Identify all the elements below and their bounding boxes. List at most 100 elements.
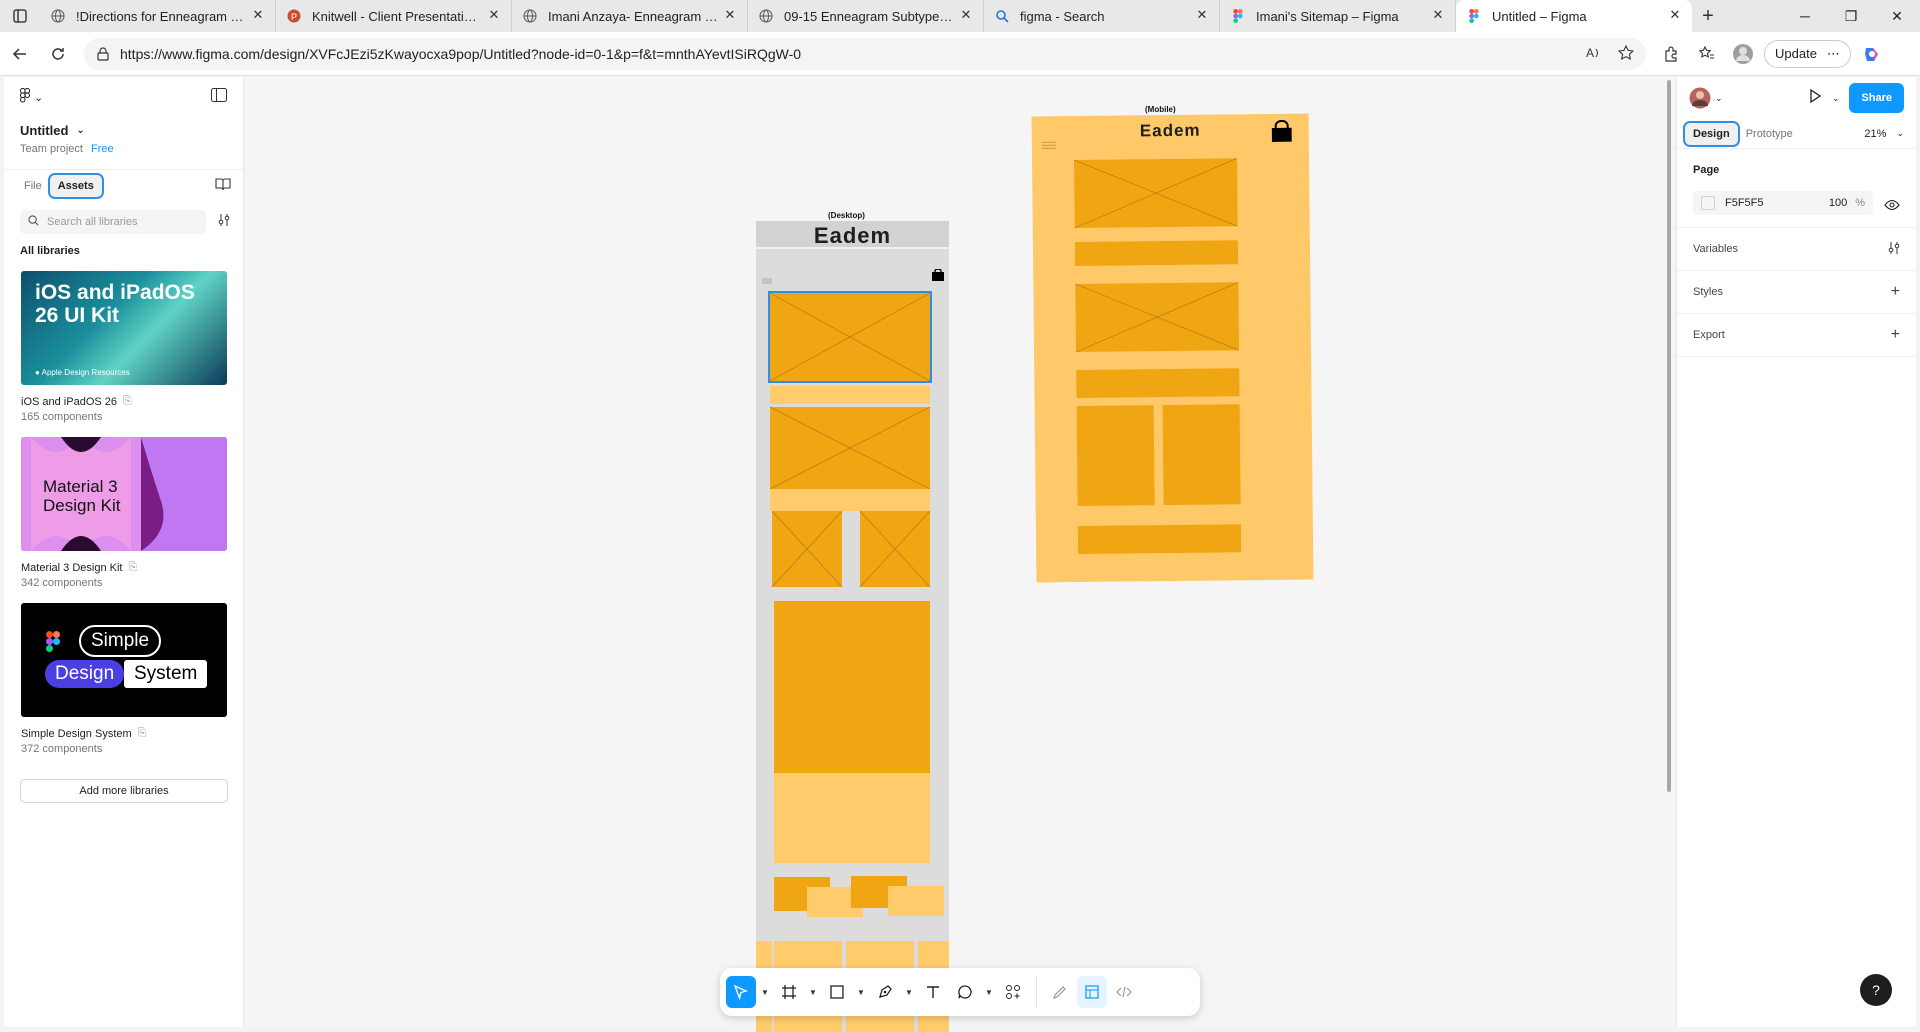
library-card[interactable]: iOS and iPadOS 26 UI Kit ● Apple Design …	[21, 271, 227, 423]
file-name-menu[interactable]: Untitled ⌄	[20, 123, 227, 138]
tab-assets[interactable]: Assets	[47, 172, 104, 199]
page-color-value[interactable]: F5F5F5	[1725, 197, 1764, 209]
actions-tool-icon[interactable]	[998, 976, 1028, 1008]
close-window-icon[interactable]: ✕	[1874, 0, 1920, 32]
add-more-libraries-button[interactable]: Add more libraries	[20, 779, 228, 803]
frame-tool-icon[interactable]	[774, 976, 804, 1008]
profile-avatar[interactable]	[1728, 39, 1758, 69]
browser-tab[interactable]: 09-15 Enneagram Subtypes.docx ✕	[748, 0, 984, 32]
image-placeholder[interactable]	[1075, 282, 1240, 353]
content-placeholder[interactable]	[774, 773, 930, 863]
desktop-title[interactable]: Eadem	[756, 221, 949, 249]
browser-tab[interactable]: Imani Anzaya- Enneagram Typing ✕	[512, 0, 748, 32]
filter-icon[interactable]	[218, 213, 230, 231]
design-canvas[interactable]	[245, 77, 1675, 1027]
design-mode-icon[interactable]	[1077, 976, 1107, 1008]
add-style-icon[interactable]: +	[1891, 283, 1900, 301]
close-icon[interactable]: ✕	[251, 8, 265, 22]
browser-tab[interactable]: !Directions for Enneagram Typing ✕	[40, 0, 276, 32]
library-thumbnail[interactable]: Material 3 Design Kit	[21, 437, 227, 551]
search-input[interactable]: Search all libraries	[20, 210, 206, 234]
refresh-icon[interactable]	[40, 36, 76, 72]
image-placeholder[interactable]	[772, 511, 842, 587]
opacity-value[interactable]: 100	[1829, 197, 1847, 209]
tab-design[interactable]: Design	[1683, 120, 1740, 147]
dev-mode-icon[interactable]	[1109, 976, 1139, 1008]
shopping-bag-icon[interactable]	[932, 268, 944, 286]
mobile-frame[interactable]: Eadem	[1031, 113, 1314, 583]
tab-actions-icon[interactable]	[0, 0, 40, 32]
hamburger-icon[interactable]	[762, 271, 772, 289]
draw-mode-icon[interactable]	[1045, 976, 1075, 1008]
chevron-down-icon[interactable]: ▼	[806, 976, 820, 1008]
site-info-icon[interactable]	[96, 46, 110, 61]
browser-tab-active[interactable]: Untitled – Figma ✕	[1456, 0, 1692, 32]
pen-tool-icon[interactable]	[870, 976, 900, 1008]
desktop-frame[interactable]: Eadem	[756, 221, 949, 1032]
banner-placeholder[interactable]	[1076, 368, 1240, 399]
footer-placeholder[interactable]	[1077, 524, 1242, 554]
close-icon[interactable]: ✕	[1431, 8, 1445, 22]
tab-prototype[interactable]: Prototype	[1738, 123, 1801, 145]
comment-tool-icon[interactable]	[950, 976, 980, 1008]
tab-file[interactable]: File	[16, 175, 50, 197]
favorites-icon[interactable]	[1692, 39, 1722, 69]
color-swatch[interactable]	[1701, 196, 1715, 210]
chevron-down-icon[interactable]: ▼	[854, 976, 868, 1008]
card-placeholder[interactable]	[888, 886, 944, 916]
close-icon[interactable]: ✕	[959, 8, 973, 22]
back-icon[interactable]	[2, 36, 38, 72]
banner-placeholder[interactable]	[1074, 240, 1239, 267]
banner-placeholder[interactable]	[770, 489, 930, 511]
copilot-icon[interactable]	[1857, 39, 1887, 69]
add-export-icon[interactable]: +	[1891, 326, 1900, 344]
eye-icon[interactable]	[1884, 199, 1900, 214]
present-play-icon[interactable]	[1808, 88, 1822, 108]
page-fill-field[interactable]: F5F5F5 100%	[1693, 191, 1873, 215]
sidebar-toggle-icon[interactable]	[211, 87, 227, 107]
move-tool-icon[interactable]	[726, 976, 756, 1008]
chevron-down-icon[interactable]: ▼	[902, 976, 916, 1008]
shopping-bag-icon[interactable]	[1271, 119, 1292, 147]
image-placeholder[interactable]	[860, 511, 930, 587]
read-aloud-icon[interactable]: A	[1586, 45, 1602, 64]
image-placeholder[interactable]	[768, 291, 932, 383]
plan-badge[interactable]: Free	[91, 143, 114, 155]
new-tab-button[interactable]: +	[1692, 0, 1724, 32]
restore-icon[interactable]: ❐	[1828, 0, 1874, 32]
text-tool-icon[interactable]	[918, 976, 948, 1008]
library-book-icon[interactable]	[215, 178, 231, 194]
library-thumbnail[interactable]: iOS and iPadOS 26 UI Kit ● Apple Design …	[21, 271, 227, 385]
url-field[interactable]: https://www.figma.com/design/XVFcJEzi5zK…	[84, 37, 1646, 70]
minimize-icon[interactable]: ─	[1782, 0, 1828, 32]
close-icon[interactable]: ✕	[1195, 8, 1209, 22]
image-placeholder[interactable]	[770, 407, 930, 489]
help-button[interactable]: ?	[1860, 974, 1892, 1006]
hamburger-icon[interactable]	[1041, 136, 1056, 154]
browser-tab[interactable]: P Knitwell - Client Presentation.pptx ✕	[276, 0, 512, 32]
canvas-scrollbar[interactable]	[1667, 80, 1671, 792]
browser-tab[interactable]: Imani's Sitemap – Figma ✕	[1220, 0, 1456, 32]
desktop-frame-label[interactable]: (Desktop)	[828, 211, 865, 220]
close-icon[interactable]: ✕	[487, 8, 501, 22]
user-avatar[interactable]: ⌄	[1689, 87, 1723, 109]
library-thumbnail[interactable]: Simple Design System	[21, 603, 227, 717]
mobile-frame-label[interactable]: (Mobile)	[1145, 105, 1176, 114]
library-card[interactable]: Simple Design System Simple Design Syste…	[21, 603, 227, 755]
banner-placeholder[interactable]	[770, 386, 930, 404]
chevron-down-icon[interactable]: ▼	[982, 976, 996, 1008]
library-card[interactable]: Material 3 Design Kit Material 3 Design …	[21, 437, 227, 589]
chevron-down-icon[interactable]: ▼	[758, 976, 772, 1008]
rectangle-tool-icon[interactable]	[822, 976, 852, 1008]
card-placeholder[interactable]	[1162, 404, 1241, 506]
card-placeholder[interactable]	[1076, 405, 1155, 507]
extensions-icon[interactable]	[1656, 39, 1686, 69]
image-placeholder[interactable]	[1074, 158, 1238, 229]
zoom-menu[interactable]: 21% ⌄	[1864, 128, 1904, 140]
variables-settings-icon[interactable]	[1888, 241, 1900, 257]
main-menu-button[interactable]: ⌄	[20, 88, 43, 106]
chevron-down-icon[interactable]: ⌄	[1832, 93, 1840, 104]
favorite-star-icon[interactable]	[1617, 44, 1635, 64]
close-icon[interactable]: ✕	[1668, 8, 1682, 22]
browser-tab[interactable]: figma - Search ✕	[984, 0, 1220, 32]
